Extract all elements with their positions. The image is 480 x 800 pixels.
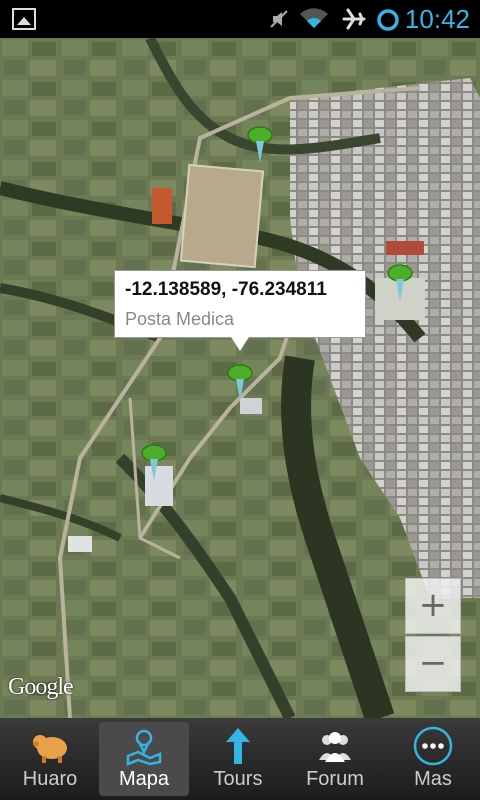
tab-label: Huaro — [22, 768, 78, 790]
info-window[interactable]: -12.138589, -76.234811 Posta Medica — [114, 270, 366, 351]
more-icon — [413, 726, 453, 766]
airplane-mode-icon — [342, 8, 366, 30]
tab-label: Tours — [213, 768, 263, 790]
arrow-up-icon — [226, 728, 250, 764]
bottom-tab-bar: Huaro Mapa Tours Forum Mas — [0, 718, 480, 800]
tab-forum[interactable]: Forum — [290, 722, 380, 796]
info-window-coordinates: -12.138589, -76.234811 — [125, 279, 327, 300]
pin-top[interactable] — [247, 125, 273, 165]
map-icon — [126, 729, 162, 766]
status-bar: 10:42 — [0, 0, 480, 38]
tab-label: Mas — [414, 768, 452, 790]
zoom-out-button[interactable]: − — [405, 636, 461, 692]
pin-right[interactable] — [387, 263, 413, 303]
satellite-map[interactable]: -12.138589, -76.234811 Posta Medica + − … — [0, 38, 480, 718]
tab-mas[interactable]: Mas — [388, 722, 478, 796]
pig-icon — [33, 735, 67, 763]
tab-mapa[interactable]: Mapa — [99, 722, 189, 796]
tab-label: Mapa — [118, 768, 170, 790]
gallery-icon — [12, 8, 36, 30]
google-attribution-logo: Google — [8, 674, 74, 700]
zoom-in-button[interactable]: + — [405, 578, 461, 634]
pin-left[interactable] — [141, 443, 167, 483]
pin-center[interactable] — [227, 363, 253, 403]
clock: 10:42 — [404, 4, 470, 34]
people-icon — [319, 732, 351, 762]
tab-label: Forum — [306, 768, 364, 790]
wifi-icon — [300, 8, 328, 29]
mute-icon — [270, 10, 288, 28]
info-window-place-name: Posta Medica — [125, 309, 235, 329]
tab-huaro[interactable]: Huaro — [5, 722, 95, 796]
sync-icon — [377, 9, 399, 31]
tab-tours[interactable]: Tours — [193, 722, 283, 796]
